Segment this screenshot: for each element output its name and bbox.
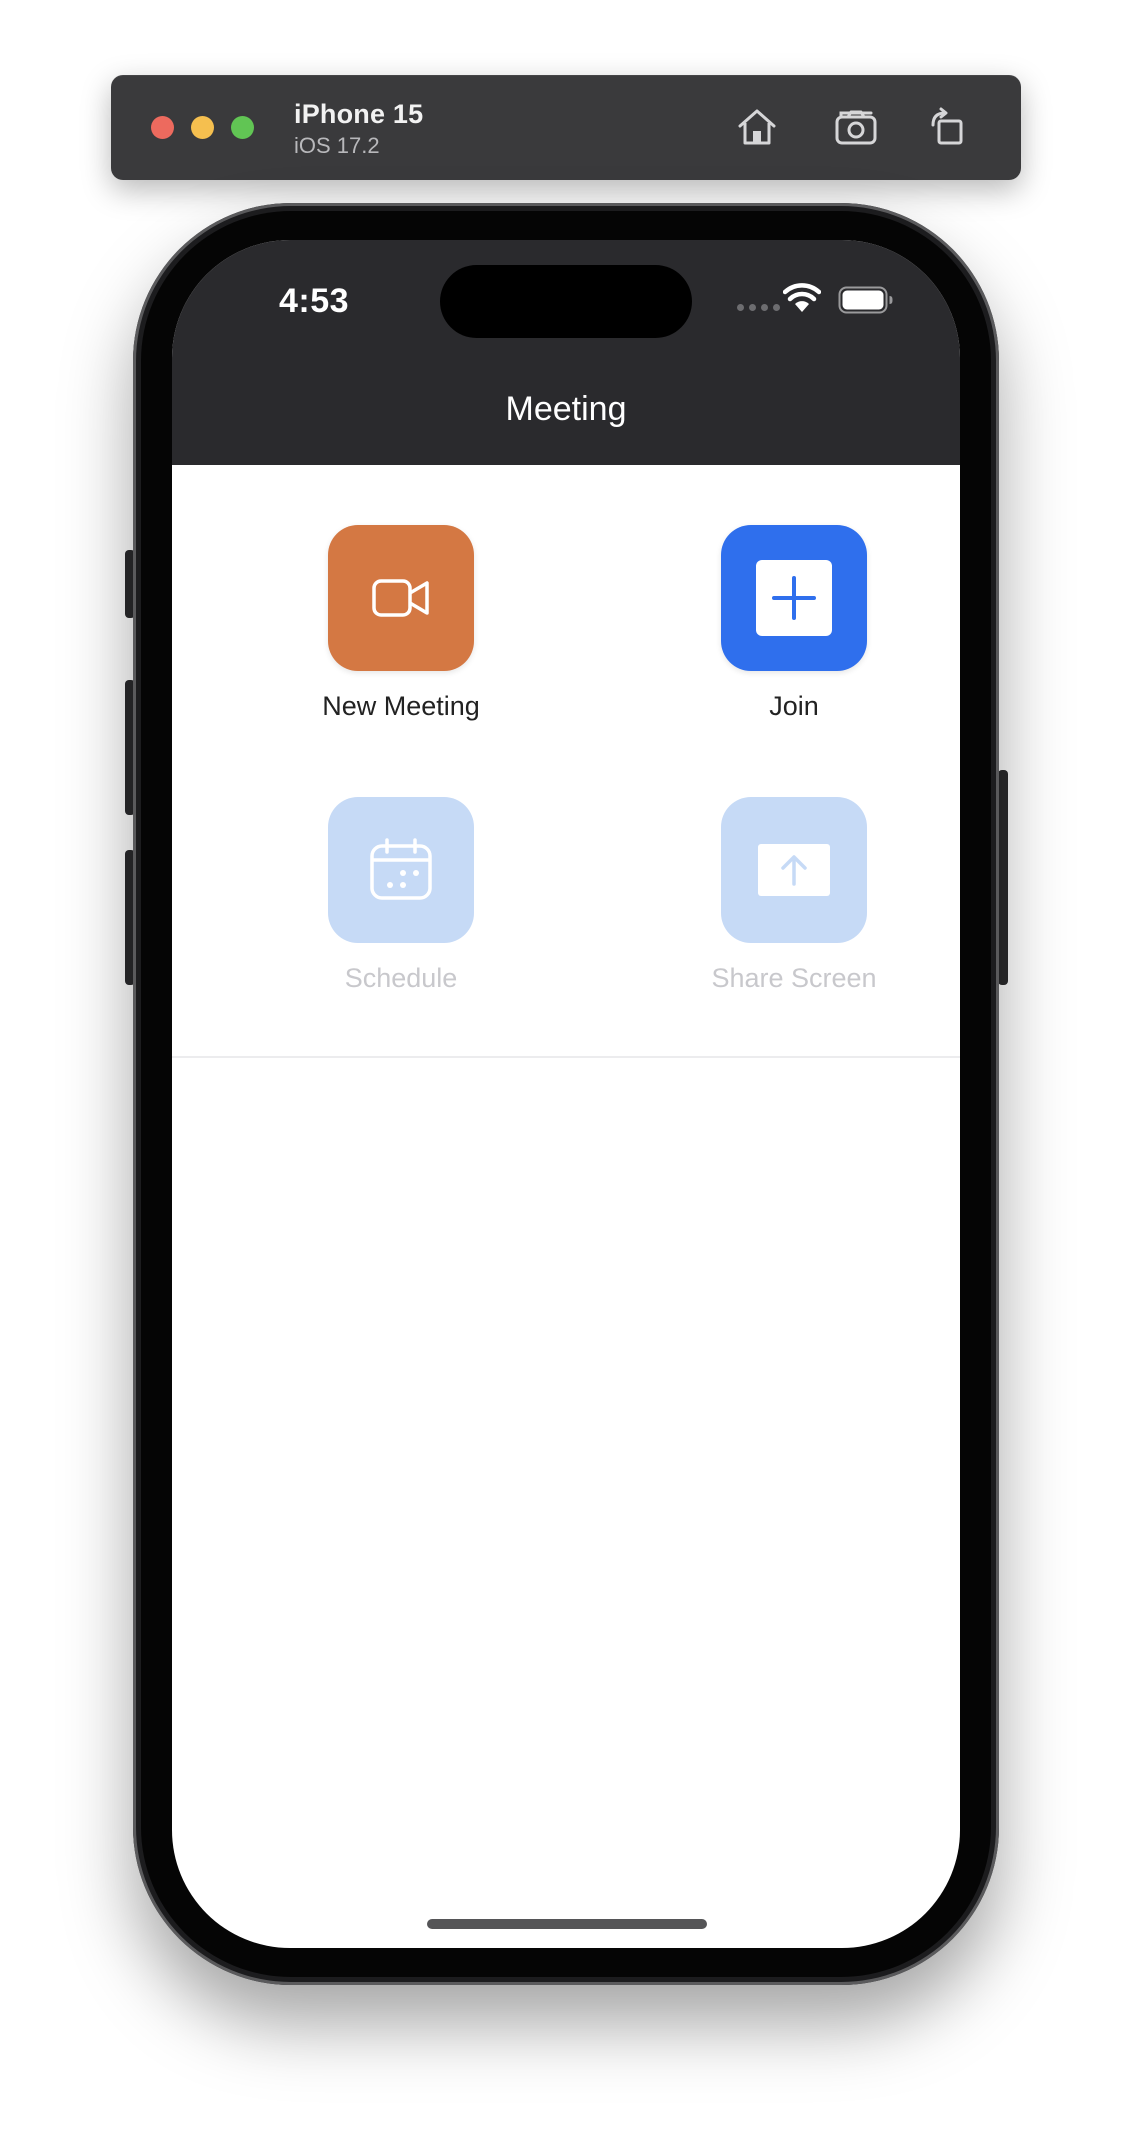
device-os-version: iOS 17.2 bbox=[294, 133, 380, 158]
simulator-toolbar: iPhone 15 iOS 17.2 bbox=[111, 75, 1021, 180]
cellular-signal-icon bbox=[737, 304, 780, 311]
home-icon bbox=[738, 109, 776, 145]
simulator-window: iPhone 15 iOS 17.2 4:53 Meeting New Meet… bbox=[0, 0, 1130, 2136]
share-screen-label: Share Screen bbox=[711, 963, 877, 993]
join-button[interactable]: Join bbox=[664, 525, 924, 755]
video-camera-icon bbox=[372, 579, 429, 617]
share-screen-button[interactable]: Share Screen bbox=[664, 797, 924, 1027]
home-button[interactable] bbox=[733, 105, 781, 149]
device-name: iPhone 15 bbox=[294, 99, 424, 129]
minimize-window-button[interactable] bbox=[191, 116, 214, 139]
join-tile bbox=[721, 525, 867, 671]
battery-icon bbox=[838, 286, 893, 314]
new-meeting-button[interactable]: New Meeting bbox=[271, 525, 531, 755]
page-title: Meeting bbox=[505, 390, 627, 428]
schedule-label: Schedule bbox=[344, 963, 458, 993]
share-screen-tile bbox=[721, 797, 867, 943]
dynamic-island bbox=[440, 265, 692, 338]
zoom-window-button[interactable] bbox=[231, 116, 254, 139]
screenshot-button[interactable] bbox=[832, 105, 880, 149]
status-time: 4:53 bbox=[279, 282, 350, 320]
rotate-button[interactable] bbox=[923, 105, 971, 149]
section-divider bbox=[172, 1056, 960, 1058]
navigation-header: 4:53 Meeting bbox=[172, 240, 960, 465]
rotate-icon bbox=[931, 107, 963, 145]
schedule-tile bbox=[328, 797, 474, 943]
new-meeting-tile bbox=[328, 525, 474, 671]
meeting-actions-grid: New Meeting Join Schedule Share Screen bbox=[172, 465, 960, 1060]
phone-screen: 4:53 Meeting New Meeting Join Schedule S… bbox=[172, 240, 960, 1948]
power-button bbox=[998, 770, 1008, 985]
schedule-button[interactable]: Schedule bbox=[271, 797, 531, 1027]
share-upload-icon bbox=[758, 844, 830, 896]
home-indicator[interactable] bbox=[427, 1919, 707, 1929]
close-window-button[interactable] bbox=[151, 116, 174, 139]
plus-icon bbox=[756, 560, 832, 636]
wifi-icon bbox=[783, 283, 821, 312]
join-label: Join bbox=[769, 691, 819, 721]
calendar-icon bbox=[370, 838, 432, 900]
new-meeting-label: New Meeting bbox=[322, 691, 480, 721]
screenshot-icon bbox=[835, 110, 877, 145]
